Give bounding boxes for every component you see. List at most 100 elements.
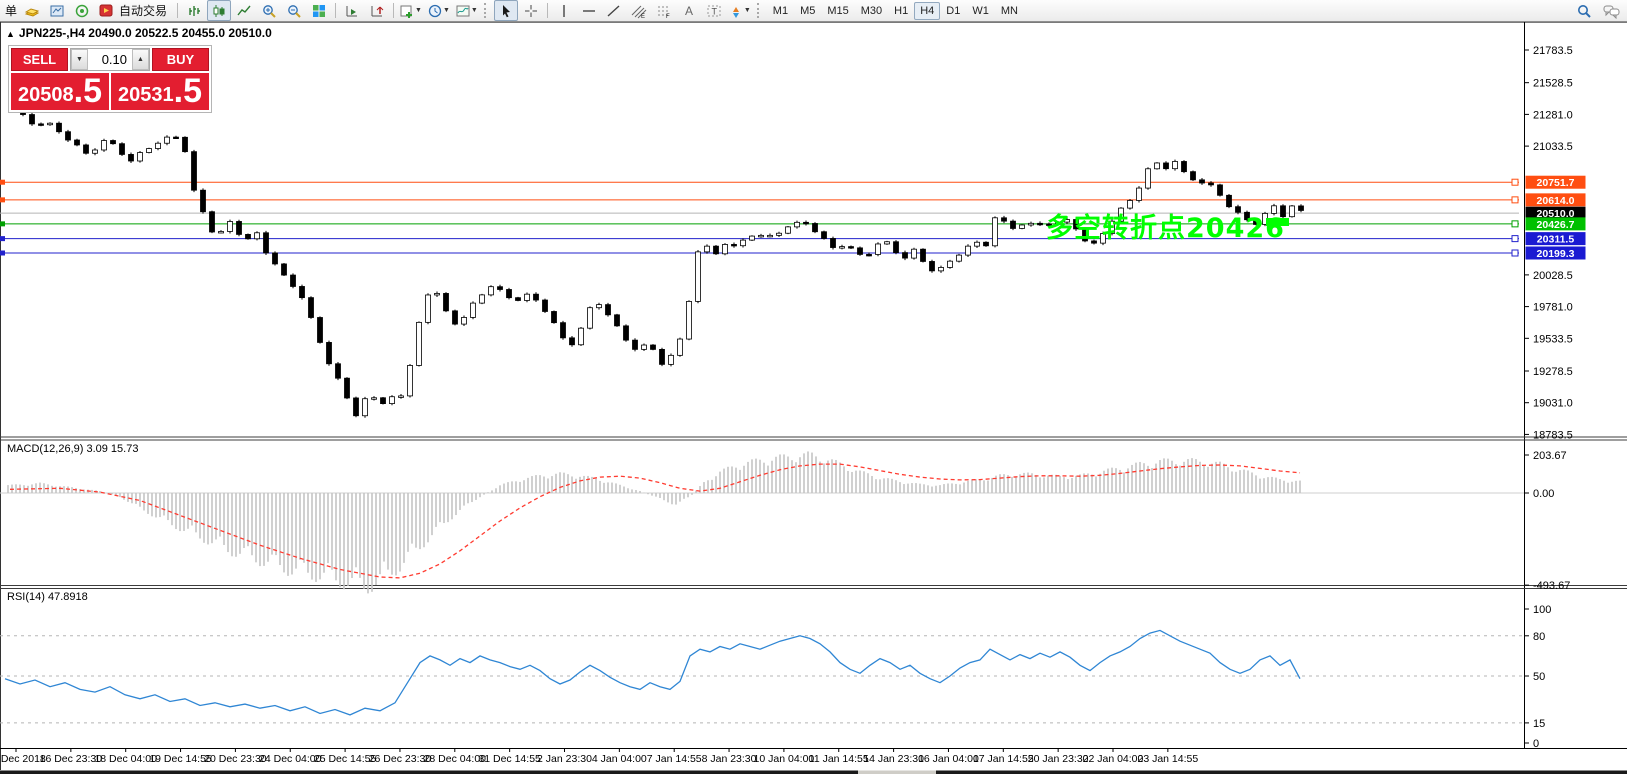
svg-text:21281.0: 21281.0 (1533, 109, 1573, 121)
timeframe-button-M5[interactable]: M5 (794, 2, 821, 20)
svg-text:4 Jan 04:00: 4 Jan 04:00 (592, 753, 647, 765)
toolbar-grip[interactable] (484, 3, 489, 18)
period-clock-button[interactable]: ▼ (426, 0, 453, 21)
timeframe-button-M30[interactable]: M30 (855, 2, 888, 20)
crosshair-icon[interactable] (519, 0, 543, 21)
trade-panel-price-row: 20508.5 20531.5 (11, 73, 209, 110)
svg-text:0: 0 (1533, 738, 1539, 750)
svg-text:20751.7: 20751.7 (1537, 177, 1575, 189)
svg-text:20 Dec 23:30: 20 Dec 23:30 (204, 753, 267, 765)
chart-canvas[interactable]: 21783.521528.521281.021033.520028.519781… (0, 0, 1627, 775)
toolbar-right-group (1572, 0, 1624, 21)
macd-indicator-label: MACD(12,26,9) 3.09 15.73 (7, 443, 138, 455)
svg-text:T: T (711, 6, 717, 16)
svg-text:8 Jan 23:30: 8 Jan 23:30 (702, 753, 757, 765)
one-click-trade-panel: SELL ▼ 0.10 ▲ BUY 20508.5 20531.5 (8, 45, 212, 113)
timeframe-button-MN[interactable]: MN (995, 2, 1024, 20)
partial-order-button[interactable]: 单 (3, 2, 19, 19)
timeframe-button-M15[interactable]: M15 (821, 2, 854, 20)
chart-title-text: JPN225-,H4 20490.0 20522.5 20455.0 20510… (19, 26, 272, 40)
volume-increase-button[interactable]: ▲ (132, 49, 149, 70)
new-order-icon[interactable] (20, 0, 44, 21)
sell-price-main: 20508 (18, 85, 74, 105)
timeframe-group: M1M5M15M30H1H4D1W1MN (767, 2, 1024, 20)
collapse-triangle-icon[interactable]: ▲ (6, 29, 15, 39)
arrows-button[interactable]: ▼ (727, 0, 754, 21)
charts-window-icon[interactable] (45, 0, 69, 21)
svg-text:20614.0: 20614.0 (1537, 195, 1575, 207)
svg-text:203.67: 203.67 (1533, 450, 1567, 462)
sell-price-frac: .5 (74, 74, 102, 108)
timeframe-button-D1[interactable]: D1 (940, 2, 966, 20)
svg-text:23 Jan 14:55: 23 Jan 14:55 (1137, 753, 1198, 765)
svg-text:0.00: 0.00 (1533, 488, 1554, 500)
separator (177, 3, 178, 18)
timeframe-button-W1[interactable]: W1 (966, 2, 995, 20)
svg-text:50: 50 (1533, 671, 1545, 683)
svg-text:2 Jan 23:30: 2 Jan 23:30 (537, 753, 592, 765)
sell-button[interactable]: SELL (11, 48, 68, 71)
svg-text:A: A (685, 4, 693, 18)
terminal-window: 单 自动交易 ▼ ▼ (0, 0, 1627, 775)
svg-text:20199.3: 20199.3 (1537, 248, 1575, 260)
auto-scroll-icon[interactable] (340, 0, 364, 21)
svg-text:11 Jan 14:55: 11 Jan 14:55 (809, 753, 869, 765)
timeframe-button-M1[interactable]: M1 (767, 2, 794, 20)
separator (335, 3, 336, 18)
cursor-icon[interactable] (494, 0, 518, 21)
svg-text:14 Jan 23:30: 14 Jan 23:30 (863, 753, 924, 765)
timeframe-button-H4[interactable]: H4 (914, 2, 940, 20)
main-toolbar: 单 自动交易 ▼ ▼ (0, 0, 1627, 22)
toolbar-grip[interactable] (757, 3, 762, 18)
svg-text:28 Dec 04:00: 28 Dec 04:00 (424, 753, 487, 765)
svg-text:21528.5: 21528.5 (1533, 78, 1573, 90)
svg-text:19278.5: 19278.5 (1533, 366, 1573, 378)
chart-annotation-text[interactable]: 多空转折点20426 (1046, 206, 1285, 245)
svg-text:E: E (641, 14, 645, 19)
zoom-out-icon[interactable] (282, 0, 306, 21)
bars-chart-icon[interactable] (182, 0, 206, 21)
buy-button[interactable]: BUY (152, 48, 209, 71)
fibonacci-icon[interactable]: F (652, 0, 676, 21)
volume-decrease-button[interactable]: ▼ (71, 49, 88, 70)
volume-stepper: ▼ 0.10 ▲ (70, 48, 150, 71)
new-chart-button[interactable]: ▼ (398, 0, 425, 21)
equidistant-channel-icon[interactable]: E (627, 0, 651, 21)
auto-trading-button[interactable]: 自动交易 (95, 0, 173, 21)
chart-title: ▲ JPN225-,H4 20490.0 20522.5 20455.0 2051… (6, 26, 272, 40)
sell-price-box[interactable]: 20508.5 (11, 73, 109, 110)
svg-text:7 Jan 14:55: 7 Jan 14:55 (647, 753, 702, 765)
line-chart-icon[interactable] (232, 0, 256, 21)
buy-price-box[interactable]: 20531.5 (111, 73, 209, 110)
chart-shift-icon[interactable] (365, 0, 389, 21)
svg-text:19533.5: 19533.5 (1533, 333, 1573, 345)
volume-value[interactable]: 0.10 (88, 49, 132, 70)
tile-windows-icon[interactable] (307, 0, 331, 21)
svg-text:16 Jan 04:00: 16 Jan 04:00 (918, 753, 979, 765)
separator (547, 3, 548, 18)
svg-text:24 Dec 04:00: 24 Dec 04:00 (259, 753, 322, 765)
bottom-scrollbar[interactable] (858, 771, 936, 775)
signal-icon[interactable] (70, 0, 94, 21)
vertical-line-icon[interactable] (552, 0, 576, 21)
text-icon[interactable]: A (677, 0, 701, 21)
svg-text:20426.7: 20426.7 (1537, 219, 1575, 231)
svg-text:19031.0: 19031.0 (1533, 398, 1573, 410)
chat-icon[interactable] (1600, 0, 1624, 21)
timeframe-button-H1[interactable]: H1 (888, 2, 914, 20)
template-indicators-button[interactable]: ▼ (454, 0, 481, 21)
svg-text:-493.67: -493.67 (1533, 580, 1570, 592)
horizontal-line-icon[interactable] (577, 0, 601, 21)
trade-panel-top-row: SELL ▼ 0.10 ▲ BUY (11, 48, 209, 71)
svg-text:10 Jan 04:00: 10 Jan 04:00 (754, 753, 815, 765)
svg-text:31 Dec 14:55: 31 Dec 14:55 (478, 753, 541, 765)
svg-text:16 Dec 23:30: 16 Dec 23:30 (40, 753, 103, 765)
svg-text:26 Dec 23:30: 26 Dec 23:30 (369, 753, 432, 765)
svg-text:25 Dec 14:55: 25 Dec 14:55 (314, 753, 377, 765)
svg-text:19781.0: 19781.0 (1533, 302, 1573, 314)
search-icon[interactable] (1572, 0, 1596, 21)
zoom-in-icon[interactable] (257, 0, 281, 21)
text-label-icon[interactable]: T (702, 0, 726, 21)
candlestick-chart-icon[interactable] (207, 0, 231, 21)
trend-line-icon[interactable] (602, 0, 626, 21)
